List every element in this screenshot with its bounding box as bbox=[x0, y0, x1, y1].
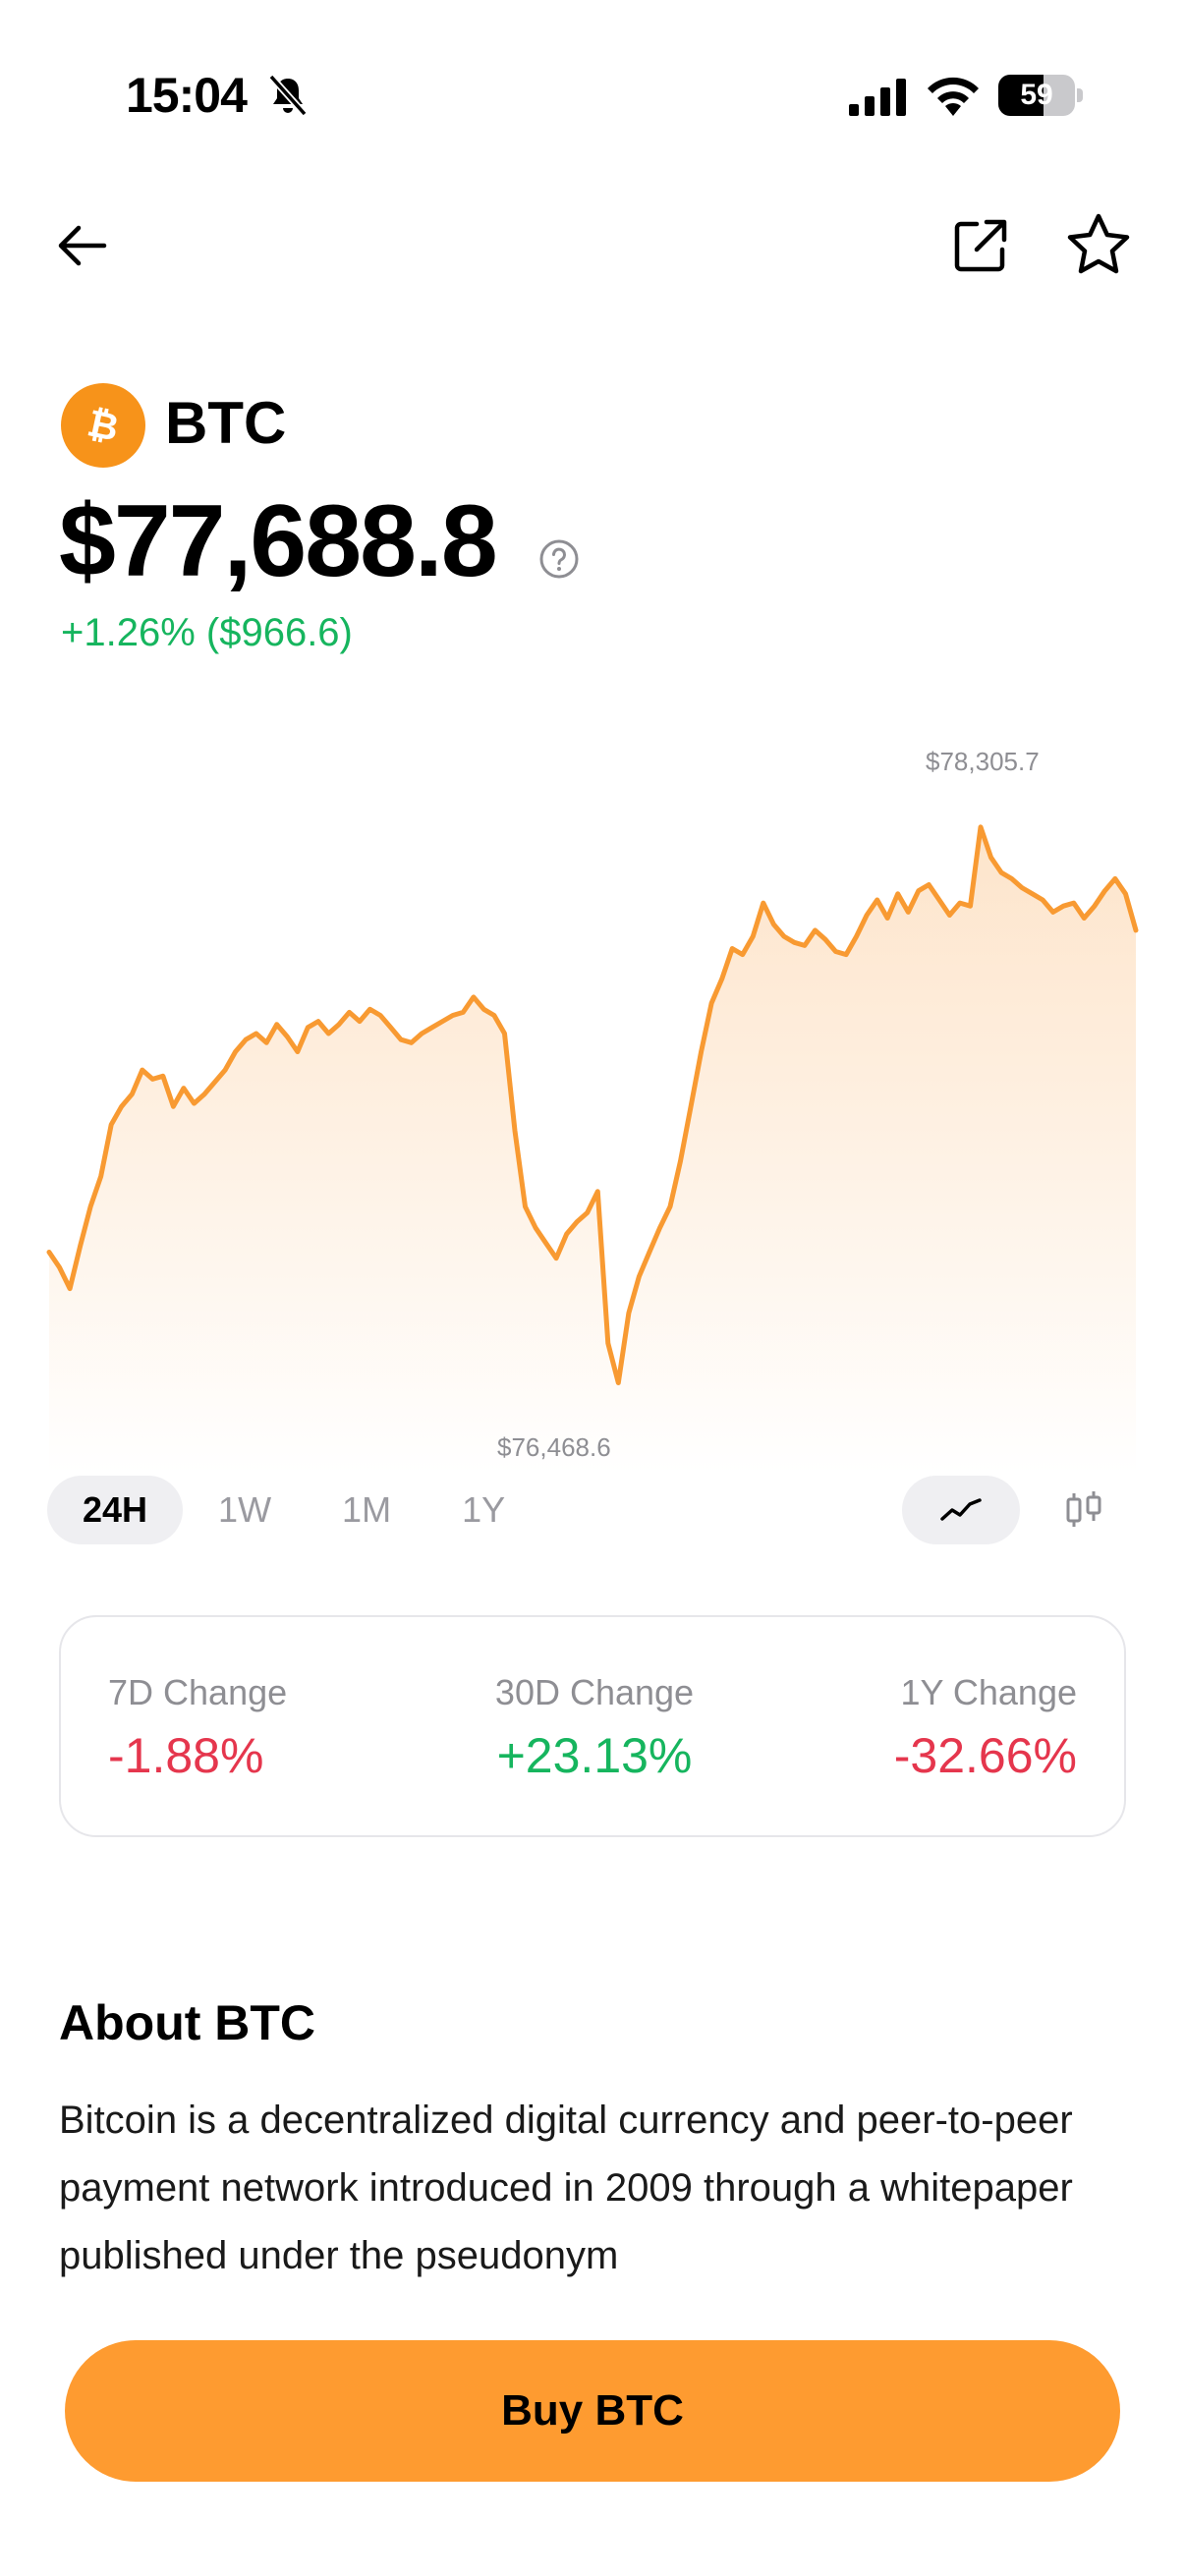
battery-level: 59 bbox=[1020, 79, 1053, 111]
btc-logo-icon: ₿ bbox=[61, 383, 145, 468]
candlestick-chart-icon[interactable] bbox=[1059, 1485, 1108, 1535]
tab-1m[interactable]: 1M bbox=[307, 1476, 426, 1544]
share-icon[interactable] bbox=[947, 212, 1014, 279]
change-stats-card: 7D Change -1.88% 30D Change +23.13% 1Y C… bbox=[59, 1615, 1126, 1837]
wifi-icon bbox=[928, 77, 979, 116]
line-chart-toggle[interactable] bbox=[902, 1476, 1020, 1544]
chart-high-label: $78,305.7 bbox=[926, 747, 1040, 776]
price-chart[interactable]: $78,305.7 $76,468.6 bbox=[0, 727, 1185, 1474]
chart-low-label: $76,468.6 bbox=[497, 1432, 611, 1462]
current-price: $77,688.8 bbox=[59, 484, 498, 598]
period-tabs: 24H 1W 1M 1Y bbox=[47, 1476, 540, 1544]
bell-slash-icon bbox=[268, 74, 308, 117]
back-arrow-icon[interactable] bbox=[51, 214, 114, 277]
svg-text:₿: ₿ bbox=[84, 401, 122, 449]
tab-24h[interactable]: 24H bbox=[47, 1476, 184, 1544]
line-chart-icon bbox=[940, 1498, 982, 1521]
stat-1y-value: -32.66% bbox=[893, 1728, 1077, 1783]
star-icon[interactable] bbox=[1063, 210, 1134, 281]
stat-1y-label: 1Y Change bbox=[900, 1672, 1078, 1712]
tab-1w[interactable]: 1W bbox=[183, 1476, 307, 1544]
chart-area-fill bbox=[49, 826, 1136, 1474]
help-icon[interactable] bbox=[538, 538, 580, 580]
stat-1y: 1Y Change -32.66% bbox=[894, 1672, 1077, 1784]
price-change: +1.26% ($966.6) bbox=[61, 611, 353, 654]
coin-symbol: BTC bbox=[165, 390, 287, 456]
battery-icon: 59 bbox=[998, 75, 1083, 116]
tab-1y[interactable]: 1Y bbox=[426, 1476, 540, 1544]
about-title: About BTC bbox=[59, 1995, 316, 2050]
signal-icon bbox=[849, 79, 906, 116]
status-time: 15:04 bbox=[126, 68, 248, 123]
buy-button[interactable]: Buy BTC bbox=[65, 2340, 1120, 2482]
price-chart-svg bbox=[46, 824, 1139, 1474]
about-description: Bitcoin is a decentralized digital curre… bbox=[59, 2099, 1073, 2277]
coin-detail-screen: 15:04 59 ₿ BTC $77,688.8 +1.26% ($966.6)… bbox=[0, 0, 1185, 2576]
